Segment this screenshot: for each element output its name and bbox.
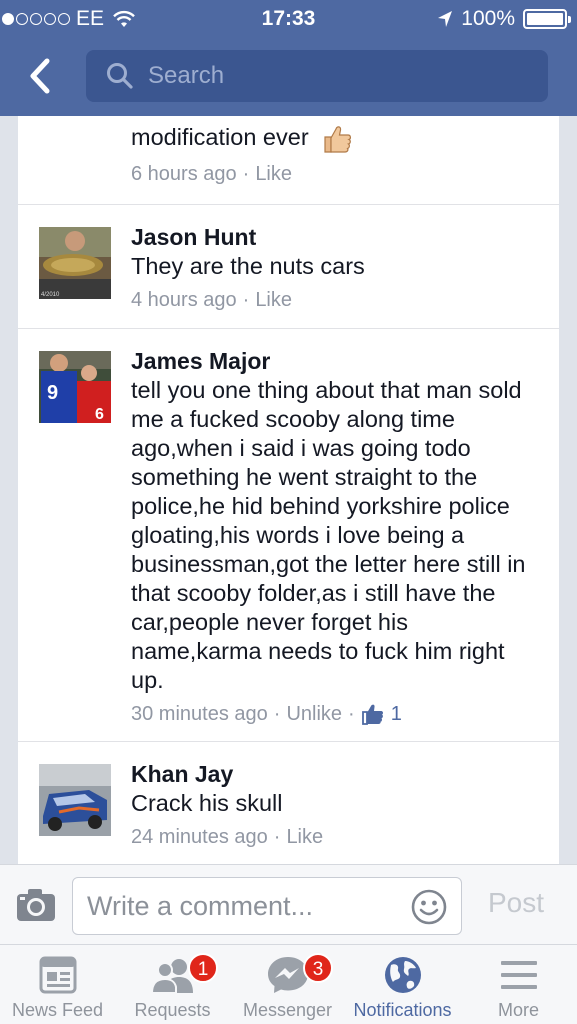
battery-percent: 100% xyxy=(461,7,515,30)
friend-requests-icon xyxy=(150,959,193,994)
comment-time: 6 hours ago xyxy=(131,163,237,185)
commenter-name[interactable]: Jason Hunt xyxy=(131,222,539,252)
comment-item: modification ever 6 hours ago · Like xyxy=(18,116,559,205)
post-button[interactable]: Post xyxy=(488,887,544,919)
comment-text: Crack his skull xyxy=(131,790,283,816)
comment-text: They are the nuts cars xyxy=(131,253,365,279)
comment-meta: 30 minutes ago · Unlike · 1 xyxy=(131,699,539,729)
meta-separator: · xyxy=(273,826,281,848)
tab-label: Requests xyxy=(134,1000,211,1020)
tab-label: News Feed xyxy=(11,1000,104,1020)
top-bar: EE 17:33 100% xyxy=(0,0,577,116)
meta-separator: · xyxy=(242,289,250,311)
avatar[interactable] xyxy=(39,764,111,836)
tab-news-feed[interactable]: News Feed xyxy=(0,945,115,1024)
like-link[interactable]: Like xyxy=(255,159,292,189)
meta-separator: · xyxy=(348,703,355,725)
avatar[interactable]: 4/2010 xyxy=(39,227,111,299)
comment-item: Khan Jay Crack his skull 24 minutes ago … xyxy=(18,742,559,864)
avatar-number: 9 xyxy=(47,382,58,404)
chevron-left-icon xyxy=(30,58,50,94)
comment-composer: Post xyxy=(0,864,577,944)
menu-icon xyxy=(500,961,537,989)
meta-separator: · xyxy=(242,163,250,185)
back-button[interactable] xyxy=(20,56,60,96)
comment-item: 9 6 James Major tell you one thing about… xyxy=(18,329,559,742)
smiley-icon[interactable] xyxy=(411,889,447,925)
commenter-name[interactable]: James Major xyxy=(131,346,539,376)
comment-time: 30 minutes ago xyxy=(131,703,268,725)
tab-bar: News Feed 1 Requests 3 Messenger Notific… xyxy=(0,944,577,1024)
messenger-icon xyxy=(267,957,308,993)
tab-label: Notifications xyxy=(353,1000,452,1020)
avatar[interactable]: 9 6 xyxy=(39,351,111,423)
battery-icon xyxy=(523,9,571,29)
comment-meta: 4 hours ago · Like xyxy=(131,285,539,315)
tab-more[interactable]: More xyxy=(460,945,577,1024)
comment-input[interactable] xyxy=(87,890,407,922)
thumbs-up-emoji-icon xyxy=(324,126,352,153)
avatar-photo: 9 6 xyxy=(39,351,111,423)
globe-icon xyxy=(384,957,421,993)
camera-icon[interactable] xyxy=(16,887,56,923)
tab-requests[interactable]: 1 Requests xyxy=(115,945,230,1024)
messenger-badge: 3 xyxy=(303,953,333,983)
comment-time: 4 hours ago xyxy=(131,289,237,311)
avatar-photo: 4/2010 xyxy=(39,227,111,299)
like-link[interactable]: Like xyxy=(286,822,323,852)
search-bar[interactable] xyxy=(86,50,548,102)
like-link[interactable]: Like xyxy=(255,285,292,315)
tab-label: Messenger xyxy=(242,1000,333,1020)
meta-separator: · xyxy=(273,703,281,725)
comment-list[interactable]: modification ever 6 hours ago · Like 4/2… xyxy=(18,116,559,864)
avatar-caption: 4/2010 xyxy=(41,292,60,298)
avatar-photo xyxy=(39,764,111,836)
comment-text: modification ever xyxy=(131,123,539,155)
comment-meta: 6 hours ago · Like xyxy=(131,159,539,189)
tab-label: More xyxy=(497,1000,539,1020)
comment-time: 24 minutes ago xyxy=(131,826,268,848)
comment-text: tell you one thing about that man sold m… xyxy=(131,377,526,693)
tab-messenger[interactable]: 3 Messenger xyxy=(230,945,345,1024)
unlike-link[interactable]: Unlike xyxy=(286,699,342,729)
comment-field[interactable] xyxy=(72,877,462,935)
requests-badge: 1 xyxy=(188,953,218,983)
commenter-name[interactable]: Khan Jay xyxy=(131,759,539,789)
like-count-thumb-icon xyxy=(361,704,383,725)
comment-meta: 24 minutes ago · Like xyxy=(131,822,539,852)
location-arrow-icon xyxy=(438,11,453,27)
status-bar: EE 17:33 100% xyxy=(0,0,577,38)
comment-item: 4/2010 Jason Hunt They are the nuts cars… xyxy=(18,205,559,329)
avatar-number: 6 xyxy=(95,406,104,423)
search-input[interactable] xyxy=(148,62,528,90)
news-feed-icon xyxy=(39,956,76,994)
search-icon xyxy=(107,63,133,89)
like-count[interactable]: 1 xyxy=(391,699,402,729)
tab-notifications[interactable]: Notifications xyxy=(345,945,460,1024)
